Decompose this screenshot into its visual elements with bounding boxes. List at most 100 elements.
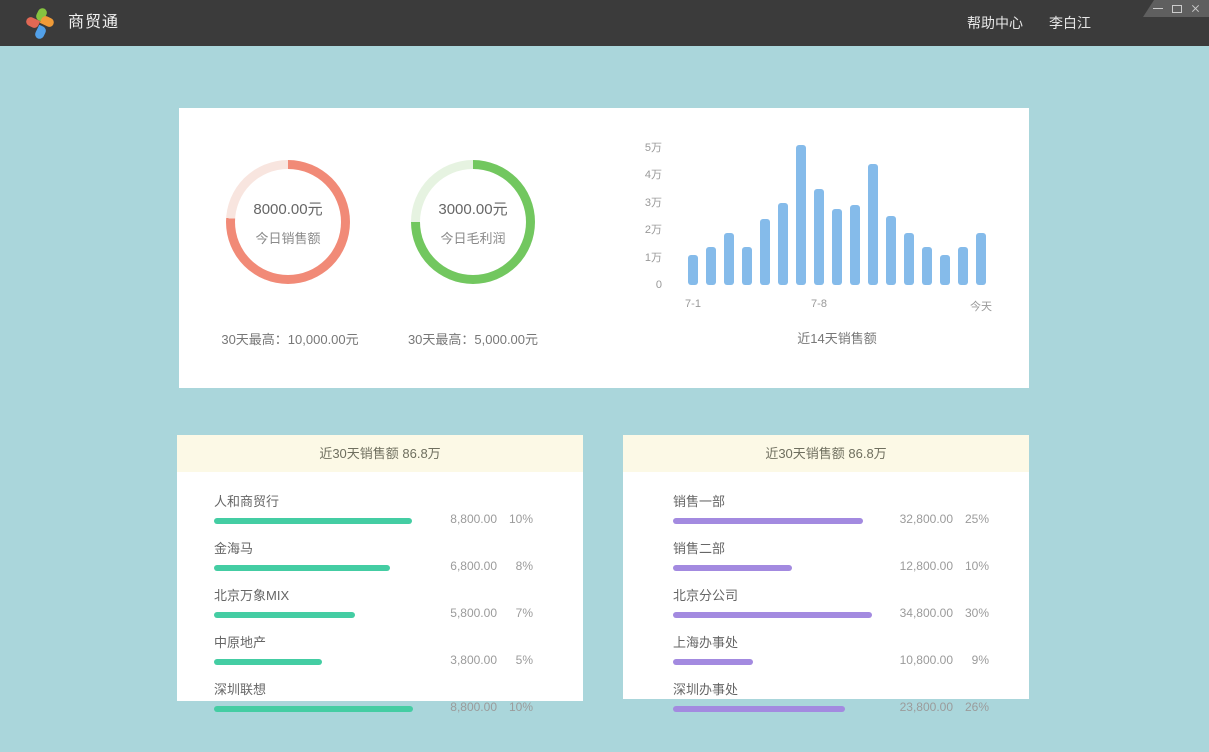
bar xyxy=(706,247,716,286)
row-value: 5,800.00 xyxy=(431,606,497,620)
x-tick-label: 7-8 xyxy=(799,298,839,310)
close-icon[interactable] xyxy=(1191,4,1201,13)
row-name: 北京万象MIX xyxy=(214,585,431,604)
row-name: 销售二部 xyxy=(673,538,887,557)
row-progress-bar xyxy=(214,518,412,524)
customer-card-title: 近30天销售额 86.8万 xyxy=(177,435,583,472)
row-percent: 7% xyxy=(497,606,533,620)
profit-30d-max-caption: 30天最高：5,000.00元 xyxy=(373,329,573,348)
row-percent: 25% xyxy=(953,512,989,526)
y-tick-label: 0 xyxy=(634,278,662,292)
row-percent: 8% xyxy=(497,559,533,573)
bar xyxy=(976,233,986,285)
bar xyxy=(922,247,932,286)
bar xyxy=(886,216,896,285)
row-value: 8,800.00 xyxy=(431,512,497,526)
sales-30d-max-caption: 30天最高：10,000.00元 xyxy=(190,329,390,348)
chart-caption: 近14天销售额 xyxy=(688,328,986,347)
list-item: 销售二部12,800.0010% xyxy=(673,538,989,571)
today-profit-value: 3000.00元 xyxy=(438,198,507,219)
row-progress-bar xyxy=(214,659,322,665)
row-value: 32,800.00 xyxy=(887,512,953,526)
row-progress-bar xyxy=(214,565,390,571)
today-profit-label: 今日毛利润 xyxy=(440,228,505,247)
list-item: 中原地产3,800.005% xyxy=(214,632,533,665)
row-value: 12,800.00 xyxy=(887,559,953,573)
today-profit-gauge: 3000.00元 今日毛利润 xyxy=(411,160,535,284)
x-tick-label: 今天 xyxy=(961,298,1001,314)
bar xyxy=(724,233,734,285)
row-name: 销售一部 xyxy=(673,491,887,510)
bar xyxy=(796,145,806,285)
row-progress-bar xyxy=(673,565,792,571)
row-name: 金海马 xyxy=(214,538,431,557)
titlebar: 商贸通 帮助中心 李白江 xyxy=(0,0,1209,46)
row-percent: 5% xyxy=(497,653,533,667)
list-item: 北京万象MIX5,800.007% xyxy=(214,585,533,618)
y-tick-label: 4万 xyxy=(634,168,662,182)
bar xyxy=(688,255,698,285)
row-progress-bar xyxy=(673,706,845,712)
bar xyxy=(832,209,842,285)
row-percent: 10% xyxy=(953,559,989,573)
department-sales-card: 近30天销售额 86.8万 销售一部32,800.0025% 销售二部12,800… xyxy=(623,435,1029,699)
row-value: 6,800.00 xyxy=(431,559,497,573)
row-name: 深圳办事处 xyxy=(673,679,887,698)
minimize-icon[interactable] xyxy=(1153,4,1163,13)
row-percent: 26% xyxy=(953,700,989,714)
y-tick-label: 2万 xyxy=(634,223,662,237)
row-value: 3,800.00 xyxy=(431,653,497,667)
row-value: 34,800.00 xyxy=(887,606,953,620)
user-name[interactable]: 李白江 xyxy=(1049,13,1091,33)
bar xyxy=(742,247,752,286)
row-name: 深圳联想 xyxy=(214,679,431,698)
window-controls xyxy=(1143,0,1209,17)
today-sales-label: 今日销售额 xyxy=(255,228,320,247)
app-logo-icon xyxy=(26,9,54,37)
maximize-icon[interactable] xyxy=(1172,4,1182,13)
today-profit-gauge-center: 3000.00元 今日毛利润 xyxy=(420,169,526,275)
row-progress-bar xyxy=(214,612,355,618)
bar xyxy=(958,247,968,286)
row-progress-bar xyxy=(214,706,413,712)
sales-14day-chart: 5万 4万 3万 2万 1万 0 7-1 7-8 今天 近14天销售额 xyxy=(634,138,1014,348)
customer-rows: 人和商贸行8,800.0010%金海马6,800.008%北京万象MIX5,80… xyxy=(177,472,583,712)
row-percent: 9% xyxy=(953,653,989,667)
row-name: 北京分公司 xyxy=(673,585,887,604)
bar xyxy=(814,189,824,285)
row-name: 上海办事处 xyxy=(673,632,887,651)
today-sales-value: 8000.00元 xyxy=(253,198,322,219)
row-percent: 30% xyxy=(953,606,989,620)
bar xyxy=(904,233,914,285)
titlebar-right: 帮助中心 李白江 xyxy=(967,0,1091,46)
row-progress-bar xyxy=(673,659,753,665)
app-title: 商贸通 xyxy=(68,0,119,46)
y-tick-label: 1万 xyxy=(634,251,662,265)
y-tick-label: 3万 xyxy=(634,196,662,210)
customer-sales-card: 近30天销售额 86.8万 人和商贸行8,800.0010% 金海马6,800.0… xyxy=(177,435,583,701)
x-tick-label: 7-1 xyxy=(673,298,713,310)
bar xyxy=(760,219,770,285)
list-item: 北京分公司34,800.0030% xyxy=(673,585,989,618)
bar xyxy=(868,164,878,285)
department-rows: 销售一部32,800.0025% 销售二部12,800.0010% 北京分公司34,… xyxy=(623,472,1029,712)
bar-group xyxy=(688,144,986,285)
row-value: 8,800.00 xyxy=(431,700,497,714)
list-item: 金海马6,800.008% xyxy=(214,538,533,571)
bar xyxy=(850,205,860,285)
list-item: 深圳联想8,800.0010% xyxy=(214,679,533,712)
row-progress-bar xyxy=(673,612,872,618)
row-name: 人和商贸行 xyxy=(214,491,431,510)
row-percent: 10% xyxy=(497,512,533,526)
row-percent: 10% xyxy=(497,700,533,714)
row-progress-bar xyxy=(673,518,863,524)
help-center-link[interactable]: 帮助中心 xyxy=(967,13,1023,33)
today-sales-gauge-center: 8000.00元 今日销售额 xyxy=(235,169,341,275)
list-item: 人和商贸行8,800.0010% xyxy=(214,491,533,524)
list-item: 深圳办事处23,800.0026% xyxy=(673,679,989,712)
bar xyxy=(940,255,950,285)
row-name: 中原地产 xyxy=(214,632,431,651)
y-tick-label: 5万 xyxy=(634,141,662,155)
row-value: 23,800.00 xyxy=(887,700,953,714)
department-card-title: 近30天销售额 86.8万 xyxy=(623,435,1029,472)
